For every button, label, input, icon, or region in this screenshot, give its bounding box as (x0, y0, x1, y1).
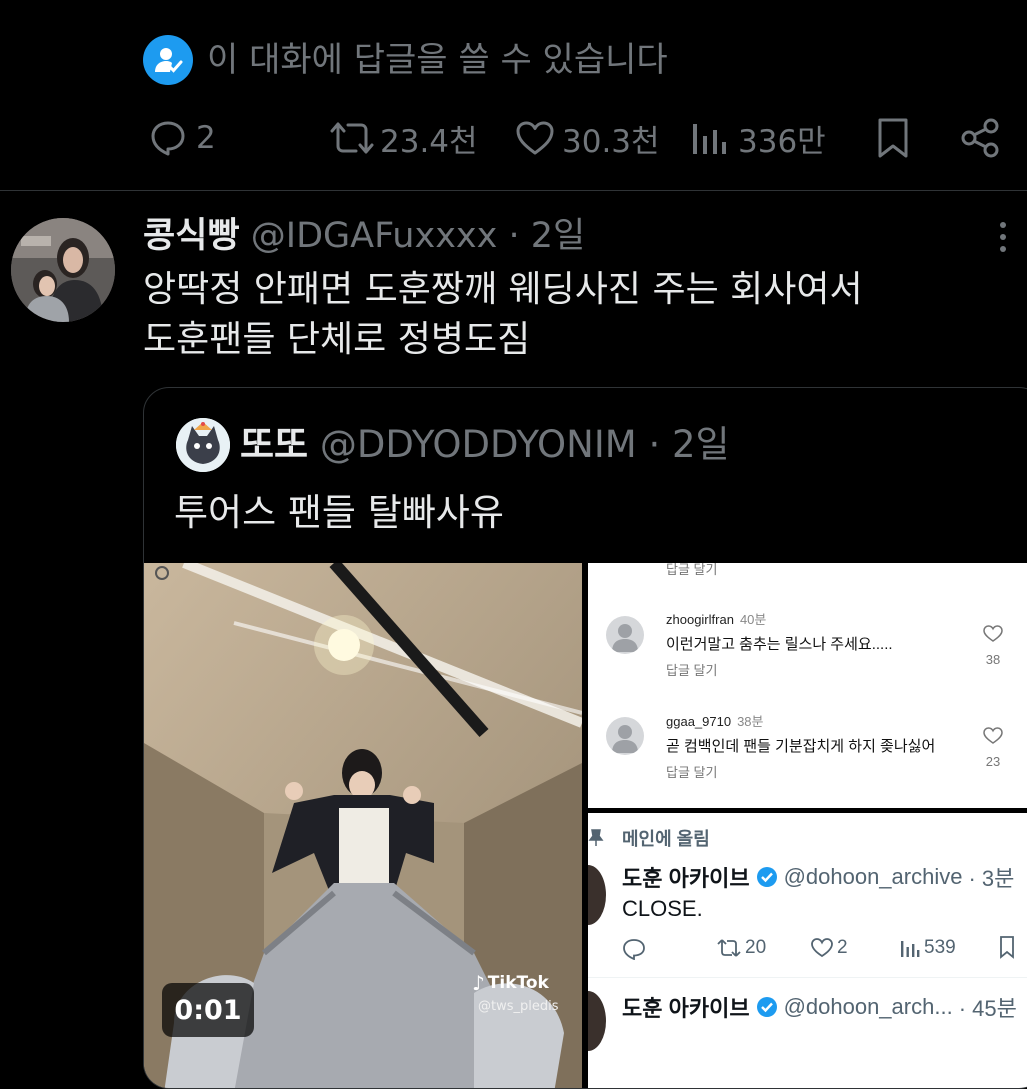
retweet-count: 23.4천 (380, 123, 478, 160)
bookmark-icon (878, 118, 908, 158)
handle[interactable]: @IDGAFuxxxx (251, 216, 498, 256)
comment-time: 38분 (737, 714, 764, 729)
comment-heart-icon (983, 625, 1003, 648)
tweet-text-line: 앙딱정 안패면 도훈짱깨 웨딩사진 주는 회사여서 (143, 269, 863, 310)
embedded-view-count: 539 (924, 937, 956, 958)
reply-permission-notice: 이 대화에 답글을 쓸 수 있습니다 (207, 40, 668, 80)
comment-text: 이런거말고 춤추는 릴스나 주세요..... (666, 636, 893, 653)
quoted-tweet-card[interactable]: 또또 @DDYODDYONIM · 2일 투어스 팬들 탈빠사유 0:01 ♪ … (143, 387, 1027, 1089)
quoted-avatar (176, 418, 230, 472)
verified-badge-icon (756, 867, 777, 887)
bookmark-icon (998, 935, 1016, 964)
tweet-text-line: 도훈팬들 단체로 정병도짐 (143, 319, 531, 360)
comment-avatar (606, 717, 644, 755)
comment-heart-icon (983, 727, 1003, 750)
video-thumbnail[interactable]: 0:01 ♪ TikTok @tws_pledis (144, 563, 582, 1088)
embedded-time: · 3분 (968, 866, 1015, 891)
reply-icon (151, 121, 185, 156)
embedded-display-name: 도훈 아카이브 (622, 996, 750, 1021)
separator: · (508, 216, 520, 256)
avatar[interactable] (11, 218, 115, 322)
views-chart-icon (901, 941, 920, 957)
tiktok-handle: @tws_pledis (478, 999, 559, 1014)
bookmark-button[interactable] (875, 112, 911, 164)
tiktok-label: TikTok (487, 973, 549, 993)
embedded-like-count: 2 (837, 937, 848, 958)
embedded-avatar (588, 991, 606, 1051)
embedded-retweet-count: 20 (745, 937, 767, 958)
embedded-retweet: 20 (716, 937, 766, 959)
embedded-time: · 45분 (958, 996, 1017, 1021)
comment-like-count: 38 (985, 652, 1001, 667)
embedded-tweet-text: CLOSE. (622, 896, 703, 921)
comment-username: zhoogirlfran 40분 (666, 609, 766, 628)
reply-button[interactable]: 2 (148, 112, 216, 164)
quoted-timestamp[interactable]: 2일 (672, 423, 730, 466)
comment-reply-link: 답글 달기 (666, 563, 718, 577)
comment-time: 40분 (739, 612, 767, 627)
comment-reply-link: 답글 달기 (666, 663, 718, 678)
embedded-reply (622, 938, 646, 960)
display-name[interactable]: 콩식빵 (143, 216, 240, 256)
embedded-avatar (588, 865, 606, 925)
reply-icon (623, 939, 645, 960)
share-button[interactable] (958, 112, 1002, 164)
pinned-row: 메인에 올림 (588, 825, 710, 851)
heart-icon (811, 938, 833, 958)
reply-count: 2 (196, 120, 216, 156)
comments-screenshot[interactable]: 답글 달기 zhoogirlfran 40분 이런거말고 춤추는 릴스나 주세요.… (588, 563, 1027, 808)
views-button[interactable]: 336만 (690, 112, 826, 164)
embedded-handle: @dohoon_arch... (783, 994, 953, 1019)
comment-like-count: 23 (985, 754, 1001, 769)
view-count: 336만 (738, 123, 826, 160)
tiktok-icon: ♪ (472, 971, 485, 995)
comment-username: ggaa_9710 38분 (666, 711, 764, 730)
like-button[interactable]: 30.3천 (514, 112, 660, 164)
quoted-tweet-text: 투어스 팬들 탈빠사유 (174, 491, 504, 534)
comment-text: 곧 컴백인데 팬들 기분잡치게 하지 좆나싫어 (666, 738, 936, 755)
divider (588, 977, 1027, 978)
retweet-icon (717, 939, 741, 957)
video-duration: 0:01 (162, 983, 254, 1037)
more-options-icon[interactable] (997, 222, 1009, 262)
retweet-button[interactable]: 23.4천 (328, 112, 478, 164)
comment-avatar (606, 616, 644, 654)
tiktok-watermark: ♪ TikTok (472, 971, 549, 995)
embedded-handle: @dohoon_archive (783, 864, 963, 889)
comment-user: ggaa_9710 (666, 714, 732, 729)
quoted-handle[interactable]: @DDYODDYONIM (320, 423, 637, 466)
timestamp[interactable]: 2일 (531, 216, 585, 256)
verified-badge-icon (756, 997, 777, 1017)
comment-user: zhoogirlfran (666, 612, 734, 627)
retweet-icon (330, 122, 374, 154)
user-check-icon (143, 35, 193, 85)
embedded-like: 2 (810, 937, 848, 959)
like-count: 30.3천 (562, 123, 660, 160)
embedded-views: 539 (900, 937, 956, 959)
tweet-text: 앙딱정 안패면 도훈짱깨 웨딩사진 주는 회사여서 도훈팬들 단체로 정병도짐 (143, 265, 1003, 365)
heart-icon (516, 121, 554, 155)
share-icon (961, 118, 999, 158)
pin-icon (588, 829, 604, 846)
comment-reply-link: 답글 달기 (666, 765, 718, 780)
quoted-display-name[interactable]: 또또 (240, 423, 308, 466)
embedded-display-name: 도훈 아카이브 (622, 866, 750, 891)
views-chart-icon (693, 124, 726, 154)
embedded-tweet-screenshot[interactable]: 메인에 올림 도훈 아카이브 @dohoon_archive · 3분 CLOS… (588, 813, 1027, 1088)
pinned-label: 메인에 올림 (622, 829, 710, 849)
separator: · (648, 423, 661, 466)
divider (0, 190, 1027, 191)
